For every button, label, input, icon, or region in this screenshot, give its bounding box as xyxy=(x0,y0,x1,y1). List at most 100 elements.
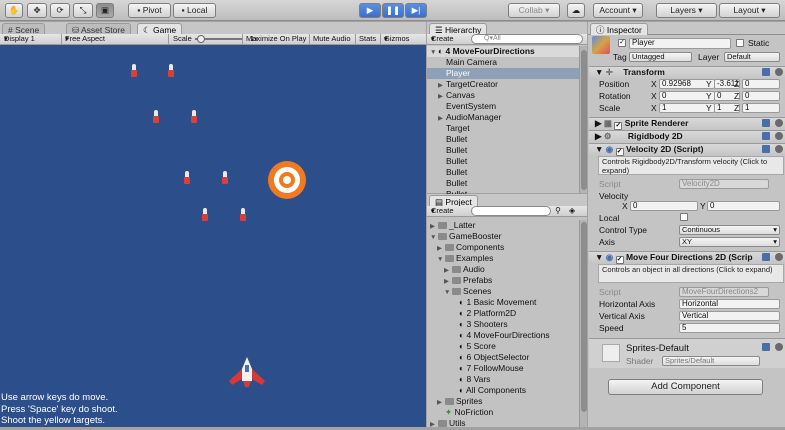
sprite-renderer-header[interactable]: ▶ ▦ ✓ Sprite Renderer xyxy=(589,117,785,130)
active-checkbox[interactable]: ✓ xyxy=(618,39,626,47)
play-button[interactable]: ▶ xyxy=(359,3,381,18)
hierarchy-item[interactable]: Bullet xyxy=(427,134,579,145)
move-four-directions-checkbox[interactable]: ✓ xyxy=(615,256,624,264)
transform-pos-field[interactable]: 0 xyxy=(742,79,780,89)
hierarchy-item[interactable]: EventSystem xyxy=(427,101,579,112)
project-item[interactable]: ◐ 8 Vars xyxy=(427,374,579,385)
sprite-renderer-checkbox[interactable]: ✓ xyxy=(614,122,623,130)
filter-by-type-icon[interactable]: ⚲ xyxy=(555,206,561,215)
speed-field[interactable]: 5 xyxy=(679,323,780,333)
project-scroll-thumb[interactable] xyxy=(581,222,587,412)
transform-scl-field[interactable]: 1 xyxy=(742,103,780,113)
project-item[interactable]: ▶ _Latter xyxy=(427,220,579,231)
scale-slider-handle[interactable] xyxy=(197,35,205,43)
project-scrollbar[interactable] xyxy=(579,220,587,427)
help-book-icon[interactable] xyxy=(762,253,770,261)
rect-tool-icon[interactable]: ▣ xyxy=(96,3,114,18)
hierarchy-item[interactable]: Bullet xyxy=(427,156,579,167)
stats-toggle[interactable]: Stats xyxy=(359,34,376,44)
help-book-icon[interactable] xyxy=(762,343,770,351)
velocity2d-description[interactable]: Controls Rigidbody2D/Transform velocity … xyxy=(598,156,784,175)
game-view[interactable]: Use arrow keys do move. Press 'Space' ke… xyxy=(0,45,426,427)
hierarchy-item[interactable]: Player xyxy=(427,68,579,79)
hand-tool-icon[interactable]: ✋ xyxy=(5,3,23,18)
settings-gear-icon[interactable] xyxy=(775,68,783,76)
project-item[interactable]: ◐ 4 MoveFourDirections xyxy=(427,330,579,341)
display-dropdown[interactable]: Display 1 ▾ xyxy=(4,34,35,44)
mute-audio-toggle[interactable]: Mute Audio xyxy=(313,34,351,44)
move-four-directions-header[interactable]: ▼ ◉ ✓ Move Four Directions 2D (Scrip xyxy=(589,251,785,264)
expand-arrow-icon[interactable]: ▶ xyxy=(430,419,438,430)
project-item[interactable]: ▶ Prefabs xyxy=(427,275,579,286)
project-item[interactable]: ▼ Examples xyxy=(427,253,579,264)
transform-header[interactable]: ▼ ✛ Transform xyxy=(589,66,785,78)
local-checkbox[interactable] xyxy=(680,213,688,221)
project-item[interactable]: ▶ Components xyxy=(427,242,579,253)
tag-dropdown[interactable]: Untagged xyxy=(629,52,692,62)
layers-button[interactable]: Layers ▾ xyxy=(656,3,717,18)
project-item[interactable]: ◐ All Components xyxy=(427,385,579,396)
control-type-dropdown[interactable]: Continuous ▾ xyxy=(679,225,780,235)
velocity2d-header[interactable]: ▼ ◉ ✓ Velocity 2D (Script) xyxy=(589,143,785,156)
aspect-dropdown[interactable]: Free Aspect ▾ xyxy=(65,34,105,44)
hierarchy-search-input[interactable]: Q▾All xyxy=(471,34,583,44)
settings-gear-icon[interactable] xyxy=(775,145,783,153)
velocity-y-field[interactable]: 0 xyxy=(707,201,780,211)
project-create-dropdown[interactable]: Create ▾ xyxy=(431,206,454,216)
shader-dropdown[interactable]: Sprites/Default xyxy=(662,356,760,366)
static-checkbox[interactable] xyxy=(736,39,744,47)
hierarchy-item[interactable]: Bullet xyxy=(427,145,579,156)
settings-gear-icon[interactable] xyxy=(775,253,783,261)
project-item[interactable]: ▶ Utils xyxy=(427,418,579,429)
move-four-directions-description[interactable]: Controls an object in all directions (Cl… xyxy=(598,264,784,283)
maximize-on-play-toggle[interactable]: Maximize On Play xyxy=(246,34,306,44)
axis-dropdown[interactable]: XY ▾ xyxy=(679,237,780,247)
help-book-icon[interactable] xyxy=(762,119,770,127)
pivot-button[interactable]: ▪ Pivot xyxy=(128,3,171,18)
hierarchy-create-dropdown[interactable]: Create ▾ xyxy=(431,34,454,44)
help-book-icon[interactable] xyxy=(762,132,770,140)
project-item[interactable]: ▶ Sprites xyxy=(427,396,579,407)
move-tool-icon[interactable]: ✥ xyxy=(27,3,47,18)
cloud-icon[interactable]: ☁ xyxy=(567,3,585,18)
project-item[interactable]: ▶ Audio xyxy=(427,264,579,275)
step-button[interactable]: ▶| xyxy=(405,3,427,18)
velocity-x-field[interactable]: 0 xyxy=(630,201,698,211)
gizmos-dropdown[interactable]: Gizmos ▾ xyxy=(384,34,409,44)
add-component-button[interactable]: Add Component xyxy=(608,379,763,395)
rotate-tool-icon[interactable]: ⟳ xyxy=(50,3,70,18)
settings-gear-icon[interactable] xyxy=(775,132,783,140)
hierarchy-scroll-thumb[interactable] xyxy=(581,50,587,190)
tab-inspector[interactable]: ⓘ Inspector xyxy=(590,23,648,35)
account-button[interactable]: Account ▾ xyxy=(593,3,643,18)
vertical-axis-field[interactable]: Vertical xyxy=(679,311,780,321)
hierarchy-item[interactable]: Bullet xyxy=(427,178,579,189)
project-item[interactable]: ◐ 3 Shooters xyxy=(427,319,579,330)
project-item[interactable]: ◐ 1 Basic Movement xyxy=(427,297,579,308)
settings-gear-icon[interactable] xyxy=(775,343,783,351)
hierarchy-item[interactable]: ▶ TargetCreator xyxy=(427,79,579,90)
layer-dropdown[interactable]: Default xyxy=(724,52,780,62)
hierarchy-item[interactable]: Main Camera xyxy=(427,57,579,68)
project-search-input[interactable] xyxy=(471,206,551,216)
settings-gear-icon[interactable] xyxy=(775,119,783,127)
filter-by-label-icon[interactable]: ◈ xyxy=(569,206,575,215)
project-item[interactable]: ▼ Scenes xyxy=(427,286,579,297)
hierarchy-item[interactable]: ▶ Canvas xyxy=(427,90,579,101)
project-item[interactable]: ◐ 6 ObjectSelector xyxy=(427,352,579,363)
project-item[interactable]: ◐ 2 Platform2D xyxy=(427,308,579,319)
velocity2d-checkbox[interactable]: ✓ xyxy=(615,148,624,156)
horizontal-axis-field[interactable]: Horizontal xyxy=(679,299,780,309)
project-item[interactable]: ◐ 5 Score xyxy=(427,341,579,352)
layout-button[interactable]: Layout ▾ xyxy=(719,3,780,18)
hierarchy-item[interactable]: ▶ AudioManager xyxy=(427,112,579,123)
pause-button[interactable]: ❚❚ xyxy=(382,3,404,18)
collab-button[interactable]: Collab ▾ xyxy=(508,3,560,18)
scene-header-row[interactable]: ▼ ◐ 4 MoveFourDirections xyxy=(427,46,579,57)
help-book-icon[interactable] xyxy=(762,68,770,76)
project-item[interactable]: ✦ NoFriction xyxy=(427,407,579,418)
rigidbody2d-header[interactable]: ▶ ⚙ Rigidbody 2D xyxy=(589,130,785,142)
help-book-icon[interactable] xyxy=(762,145,770,153)
local-button[interactable]: ▪ Local xyxy=(173,3,216,18)
hierarchy-scrollbar[interactable] xyxy=(579,46,587,193)
